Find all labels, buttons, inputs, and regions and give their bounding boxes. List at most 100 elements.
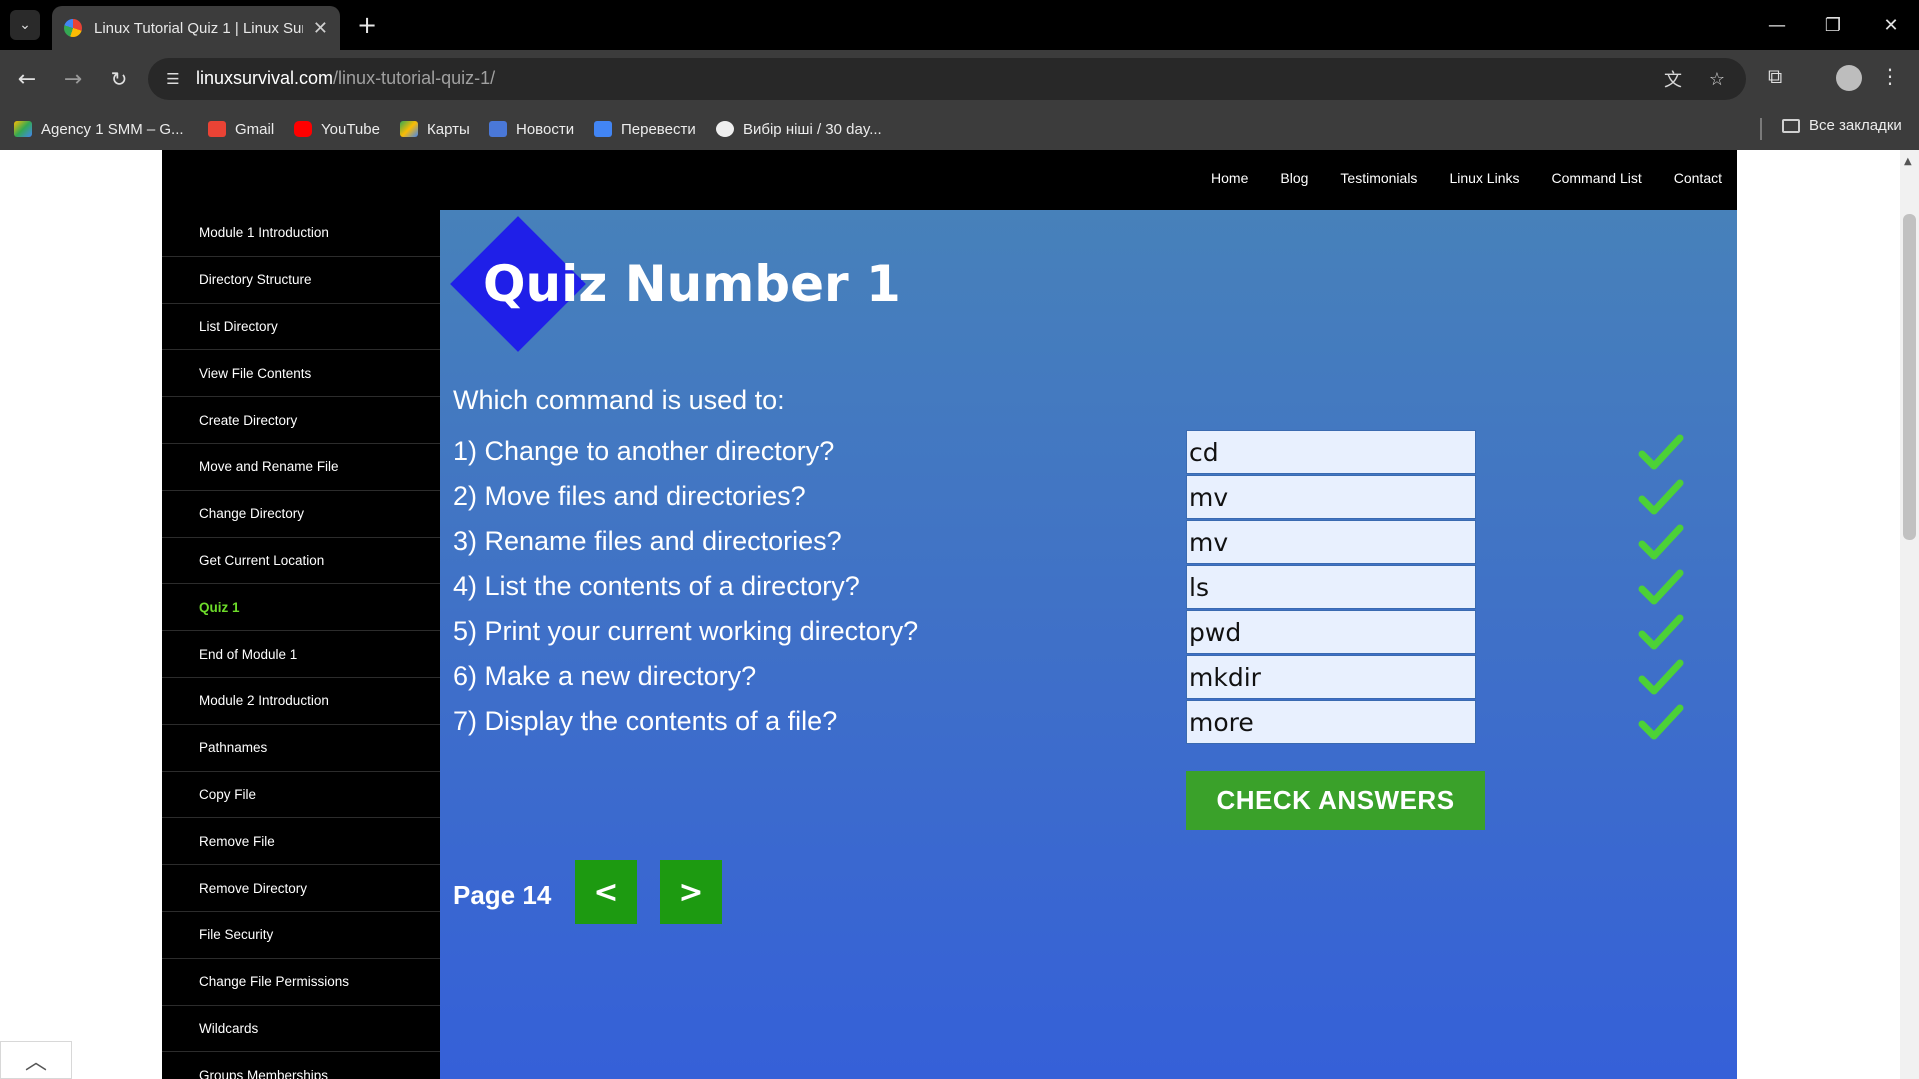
address-bar[interactable]: ☰ linuxsurvival.com/linux-tutorial-quiz-… [148, 58, 1746, 100]
question-text: 2) Move files and directories? [453, 481, 806, 511]
page-viewport: Home Blog Testimonials Linux Links Comma… [0, 150, 1900, 1079]
close-window-button[interactable]: ✕ [1866, 8, 1916, 42]
top-navigation: Home Blog Testimonials Linux Links Comma… [1211, 170, 1722, 186]
translate-bookmark-icon [594, 121, 612, 137]
sidebar-item[interactable]: Move and Rename File [162, 444, 440, 491]
youtube-icon [294, 121, 312, 137]
bookmark-gmail[interactable]: Gmail [208, 117, 274, 141]
site-container: Home Blog Testimonials Linux Links Comma… [162, 150, 1737, 1079]
sidebar-item[interactable]: Change File Permissions [162, 959, 440, 1006]
sidebar-item[interactable]: Groups Memberships [162, 1052, 440, 1079]
question-text: 6) Make a new directory? [453, 661, 757, 691]
answer-input[interactable] [1186, 655, 1476, 699]
nav-command-list[interactable]: Command List [1551, 170, 1641, 186]
sidebar-item[interactable]: Get Current Location [162, 538, 440, 585]
answer-input[interactable] [1186, 520, 1476, 564]
question-text: 1) Change to another directory? [453, 436, 835, 466]
quiz-question: 6) Make a new directory? [453, 655, 1723, 700]
profile-avatar[interactable] [1836, 65, 1862, 91]
answer-input[interactable] [1186, 610, 1476, 654]
sidebar-item[interactable]: Pathnames [162, 725, 440, 772]
browser-tab[interactable]: Linux Tutorial Quiz 1 | Linux Sur ✕ [52, 6, 340, 50]
sidebar-item[interactable]: Copy File [162, 772, 440, 819]
question-text: 3) Rename files and directories? [453, 526, 842, 556]
checkmark-icon [1638, 659, 1684, 695]
sidebar-item[interactable]: File Security [162, 912, 440, 959]
question-text: 7) Display the contents of a file? [453, 706, 838, 736]
check-answers-button[interactable]: CHECK ANSWERS [1186, 771, 1485, 830]
sidebar-item[interactable]: Module 1 Introduction [162, 210, 440, 257]
back-button[interactable]: ← [12, 64, 42, 94]
checkmark-icon [1638, 569, 1684, 605]
scroll-up-arrow-icon[interactable]: ▲ [1904, 156, 1912, 167]
bookmark-translate[interactable]: Перевести [594, 117, 696, 141]
answer-input[interactable] [1186, 565, 1476, 609]
bookmarks-bar: Agency 1 SMM – G... Gmail YouTube Карты … [0, 108, 1919, 150]
bookmarks-separator [1760, 118, 1762, 140]
sidebar-item-active[interactable]: Quiz 1 [162, 584, 440, 632]
quiz-question: 3) Rename files and directories? [453, 520, 1723, 565]
tab-search-button[interactable]: ⌄ [10, 10, 40, 40]
quiz-content: Quiz Number 1 Which command is used to: … [440, 210, 1737, 1079]
restore-button[interactable]: ❐ [1808, 8, 1858, 42]
site-info-icon[interactable]: ☰ [162, 68, 184, 90]
extensions-icon[interactable]: ⧉ [1768, 64, 1782, 88]
sidebar-item[interactable]: Directory Structure [162, 257, 440, 304]
nav-blog[interactable]: Blog [1280, 170, 1308, 186]
sidebar-item[interactable]: View File Contents [162, 350, 440, 398]
quiz-question: 7) Display the contents of a file? [453, 700, 1723, 745]
globe-icon [716, 121, 734, 137]
next-page-button[interactable]: > [660, 860, 722, 924]
url-text[interactable]: linuxsurvival.com/linux-tutorial-quiz-1/ [196, 68, 495, 89]
answer-input[interactable] [1186, 700, 1476, 744]
answer-input[interactable] [1186, 475, 1476, 519]
checkmark-icon [1638, 614, 1684, 650]
nav-home[interactable]: Home [1211, 170, 1248, 186]
checkmark-icon [1638, 479, 1684, 515]
checkmark-icon [1638, 704, 1684, 740]
sidebar-item[interactable]: Module 2 Introduction [162, 678, 440, 725]
minimize-button[interactable]: — [1752, 8, 1802, 42]
bookmark-news[interactable]: Новости [489, 117, 574, 141]
quiz-question: 4) List the contents of a directory? [453, 565, 1723, 610]
nav-testimonials[interactable]: Testimonials [1340, 170, 1417, 186]
sidebar-item[interactable]: End of Module 1 [162, 631, 440, 678]
sidebar-item[interactable]: Wildcards [162, 1006, 440, 1053]
menu-more-icon[interactable]: ⋮ [1880, 64, 1900, 88]
bookmark-youtube[interactable]: YouTube [294, 117, 380, 141]
new-tab-button[interactable]: + [352, 10, 382, 40]
bookmark-maps[interactable]: Карты [400, 117, 470, 141]
browser-tab-bar: ⌄ Linux Tutorial Quiz 1 | Linux Sur ✕ + … [0, 0, 1919, 50]
sidebar-item[interactable]: Remove Directory [162, 865, 440, 912]
folder-icon [1782, 118, 1800, 133]
scroll-to-top-button[interactable]: ︿ [0, 1041, 72, 1079]
close-tab-icon[interactable]: ✕ [313, 18, 328, 39]
nav-contact[interactable]: Contact [1674, 170, 1722, 186]
sidebar-item[interactable]: Change Directory [162, 491, 440, 538]
quiz-question: 1) Change to another directory? [453, 430, 1723, 475]
bookmark-star-icon[interactable]: ☆ [1704, 66, 1730, 92]
question-intro: Which command is used to: [453, 385, 785, 415]
bookmark-niche[interactable]: Вибір ніші / 30 day... [716, 117, 882, 141]
site-favicon-icon [64, 19, 82, 37]
sidebar-item[interactable]: List Directory [162, 304, 440, 351]
previous-page-button[interactable]: < [575, 860, 637, 924]
page-scrollbar[interactable]: ▲ [1900, 150, 1919, 1079]
all-bookmarks-button[interactable]: Все закладки [1782, 117, 1902, 134]
checkmark-icon [1638, 434, 1684, 470]
maps-icon [400, 121, 418, 137]
bookmark-agency[interactable]: Agency 1 SMM – G... [14, 117, 184, 141]
question-text: 5) Print your current working directory? [453, 616, 919, 646]
translate-icon[interactable]: 文 [1660, 66, 1686, 92]
answer-input[interactable] [1186, 430, 1476, 474]
sidebar-item[interactable]: Create Directory [162, 397, 440, 444]
quiz-question: 2) Move files and directories? [453, 475, 1723, 520]
reload-button[interactable]: ↻ [104, 64, 134, 94]
forward-button[interactable]: → [58, 64, 88, 94]
sidebar-item[interactable]: Remove File [162, 818, 440, 866]
nav-linux-links[interactable]: Linux Links [1449, 170, 1519, 186]
scrollbar-thumb[interactable] [1903, 214, 1916, 540]
page-number: Page 14 [453, 880, 552, 910]
browser-toolbar: ← → ↻ ☰ linuxsurvival.com/linux-tutorial… [0, 50, 1919, 108]
question-text: 4) List the contents of a directory? [453, 571, 860, 601]
